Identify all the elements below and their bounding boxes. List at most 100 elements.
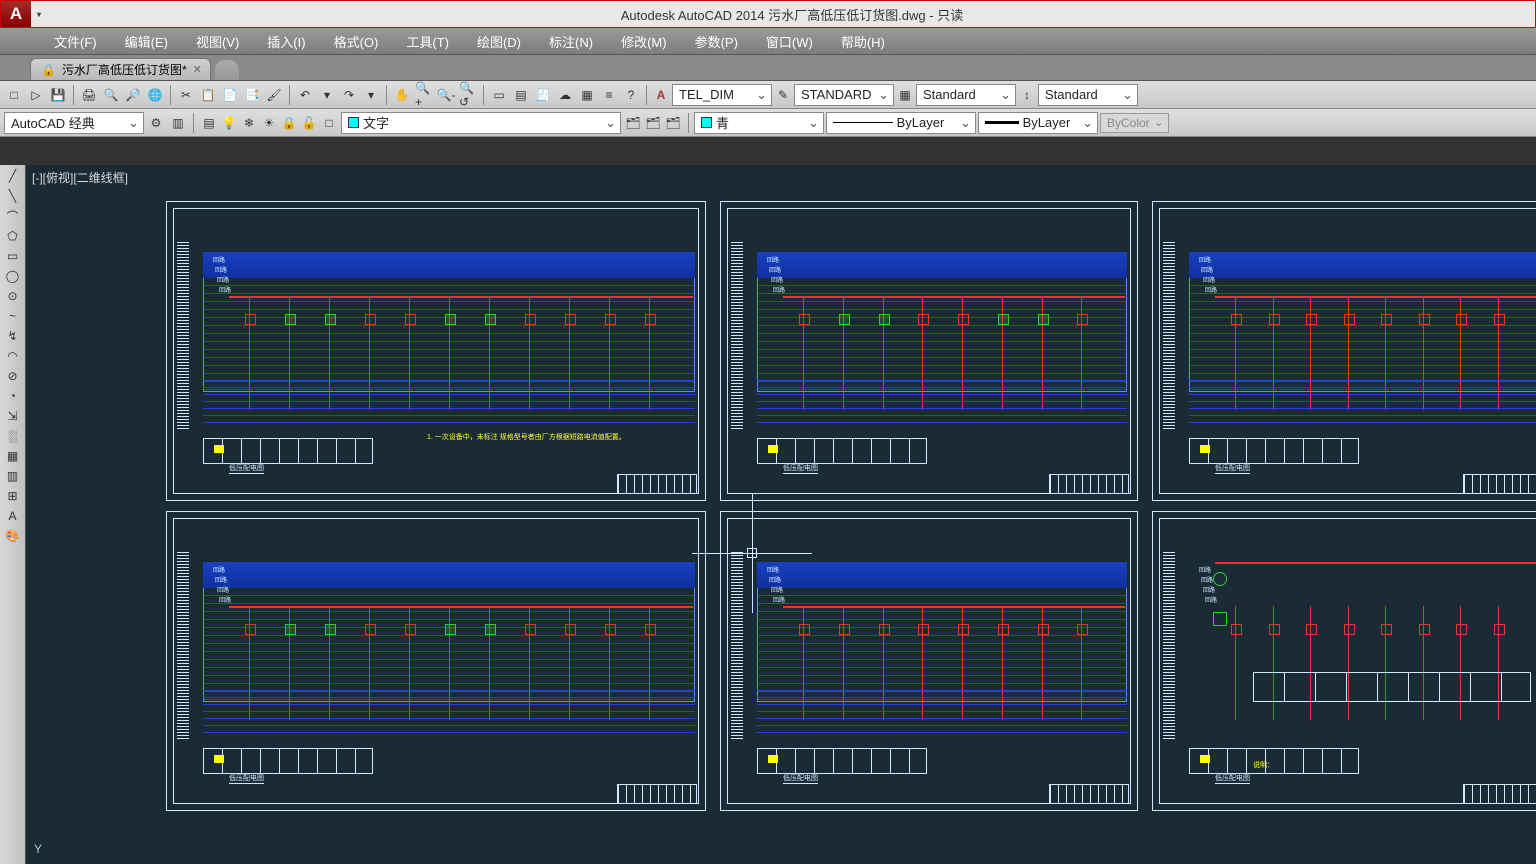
toolbar-button[interactable]: ✋ [392,85,412,105]
drawing-sheet: 低压配电图 回路回路回路回路 [166,511,706,811]
draw-tool-button[interactable]: ▦ [3,447,23,465]
plotstyle-combo[interactable]: ByColor [1100,113,1169,133]
drawing-canvas[interactable]: [-][俯视][二维线框] 低压配电图 1. 一次设备中，未标注 规格型号者由厂… [26,165,1536,864]
toolbar-button[interactable]: ☁ [555,85,575,105]
toolbar-button[interactable]: 📋 [198,85,218,105]
toolbar-button[interactable]: 🔍 [101,85,121,105]
workspace-settings-icon[interactable]: ⚙ [146,113,166,133]
layer-tool-button[interactable]: ❄ [239,113,259,133]
multileader-style-combo[interactable]: Standard [1038,84,1138,106]
draw-tool-button[interactable]: ▭ [3,247,23,265]
layer-combo[interactable]: 文字 [341,112,621,134]
toolbar-button[interactable]: ▤ [511,85,531,105]
toolbar-button[interactable]: 💾 [48,85,68,105]
file-tab-active[interactable]: 🔒 污水厂高低压低订货图* ✕ [30,58,211,80]
menu-item[interactable]: 绘图(D) [463,32,535,51]
toolbar-button[interactable]: ≡ [599,85,619,105]
table-style-icon[interactable]: ▦ [896,86,914,104]
draw-tool-button[interactable]: 🎨 [3,527,23,545]
toolbar-button[interactable]: ? [621,85,641,105]
draw-toolbar: ╱ ╲ ⌒ ⬠ ▭ ◯ ⊙ ~ ↯ ◠ ⊘ ◔ ⇲ ░ ▦ ▥ ⊞ A 🎨 [0,165,26,864]
layer-tool-button[interactable]: ▤ [199,113,219,133]
lineweight-combo[interactable]: ByLayer [978,112,1098,134]
toolbar-button[interactable]: ▾ [361,85,381,105]
draw-tool-button[interactable]: ╲ [3,187,23,205]
layer-manager-button[interactable]: 🗂 [663,113,683,133]
toolbar-button[interactable]: ▭ [489,85,509,105]
multileader-style-icon[interactable]: ↕ [1018,86,1036,104]
toolbar-button[interactable]: ✂ [176,85,196,105]
draw-tool-button[interactable]: ◠ [3,347,23,365]
new-tab-button[interactable] [215,60,239,80]
viewport-label[interactable]: [-][俯视][二维线框] [32,169,128,186]
layer-manager-button[interactable]: 🗂 [623,113,643,133]
toolbar-button[interactable]: 🔍- [436,85,456,105]
menu-item[interactable]: 编辑(E) [111,32,182,51]
menu-item[interactable]: 帮助(H) [827,32,899,51]
layer-tool-button[interactable]: 🔓 [299,113,319,133]
text-style-combo[interactable]: STANDARD [794,84,894,106]
toolbar-button[interactable]: 🧾 [533,85,553,105]
menu-item[interactable]: 格式(O) [320,32,393,51]
toolbar-button[interactable]: ↷ [339,85,359,105]
toolbar-button[interactable]: 📄 [220,85,240,105]
toolbar-button[interactable]: 📑 [242,85,262,105]
draw-tool-button[interactable]: ░ [3,427,23,445]
layer-tool-button[interactable]: 🔒 [279,113,299,133]
toolbar-button[interactable]: 🔍↺ [458,85,478,105]
layer-tool-button[interactable]: □ [319,113,339,133]
draw-tool-button[interactable]: ⊙ [3,287,23,305]
draw-tool-button[interactable]: ⊘ [3,367,23,385]
window-title: Autodesk AutoCAD 2014 污水厂高低压低订货图.dwg - 只… [49,5,1535,24]
draw-tool-button[interactable]: ╱ [3,167,23,185]
menu-bar: 文件(F)编辑(E)视图(V)插入(I)格式(O)工具(T)绘图(D)标注(N)… [0,28,1536,55]
menu-item[interactable]: 标注(N) [535,32,607,51]
lineweight-label: ByLayer [1023,115,1071,130]
toolbar-button[interactable]: 🖌 [264,85,284,105]
workspace-switch-icon[interactable]: ▥ [168,113,188,133]
layer-tool-button[interactable]: ☀ [259,113,279,133]
draw-tool-button[interactable]: ↯ [3,327,23,345]
draw-tool-button[interactable]: ⬠ [3,227,23,245]
menu-item[interactable]: 插入(I) [253,32,319,51]
linetype-combo[interactable]: ByLayer [826,112,976,134]
draw-tool-button[interactable]: ◔ [3,387,23,405]
menu-item[interactable]: 修改(M) [607,32,681,51]
draw-tool-button[interactable]: ▥ [3,467,23,485]
draw-tool-button[interactable]: ⌒ [3,207,23,225]
toolbar-button[interactable]: 🔎 [123,85,143,105]
layer-tool-button[interactable]: 💡 [219,113,239,133]
layer-manager-button[interactable]: 🗂 [643,113,663,133]
drawing-sheet: 低压配电图 1. 一次设备中，未标注 规格型号者由厂方根据短路电流值配置。回路回… [166,201,706,501]
toolbar-button[interactable]: 🔍+ [414,85,434,105]
dim-style-combo[interactable]: TEL_DIM [672,84,772,106]
file-tab-strip: 🔒 污水厂高低压低订货图* ✕ [0,55,1536,81]
draw-tool-button[interactable]: ⇲ [3,407,23,425]
draw-tool-button[interactable]: A [3,507,23,525]
menu-item[interactable]: 窗口(W) [752,32,827,51]
file-tab-close-icon[interactable]: ✕ [193,63,202,76]
menu-item[interactable]: 文件(F) [40,32,111,51]
color-combo[interactable]: 青 [694,112,824,134]
standard-toolbar: □▷💾🖨🔍🔎🌐✂📋📄📑🖌↶▾↷▾✋🔍+🔍-🔍↺▭▤🧾☁▦≡? A TEL_DIM… [0,81,1536,109]
drawing-sheet: 低压配电图 回路回路回路回路 [720,201,1138,501]
toolbar-button[interactable]: ↶ [295,85,315,105]
menu-item[interactable]: 视图(V) [182,32,253,51]
toolbar-button[interactable]: 🌐 [145,85,165,105]
menu-item[interactable]: 参数(P) [681,32,752,51]
app-menu-button[interactable]: A [1,1,31,27]
toolbar-button[interactable]: ▦ [577,85,597,105]
menu-item[interactable]: 工具(T) [392,32,463,51]
draw-tool-button[interactable]: ⊞ [3,487,23,505]
workspace-combo[interactable]: AutoCAD 经典 [4,112,144,134]
toolbar-button[interactable]: ▷ [26,85,46,105]
toolbar-button[interactable]: 🖨 [79,85,99,105]
brush-icon[interactable]: ✎ [774,86,792,104]
draw-tool-button[interactable]: ◯ [3,267,23,285]
table-style-combo[interactable]: Standard [916,84,1016,106]
draw-tool-button[interactable]: ~ [3,307,23,325]
layer-color-swatch [348,117,359,128]
toolbar-button[interactable]: ▾ [317,85,337,105]
toolbar-button[interactable]: □ [4,85,24,105]
annotation-scale-icon[interactable]: A [652,86,670,104]
